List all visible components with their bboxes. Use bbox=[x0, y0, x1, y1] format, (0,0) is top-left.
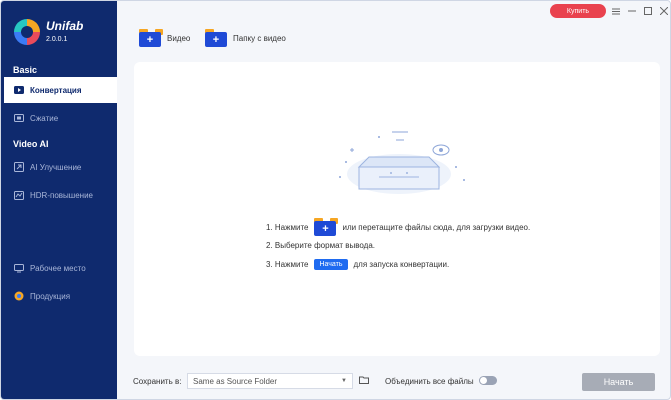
app-name: Unifab bbox=[46, 19, 84, 33]
output-folder-value: Same as Source Folder bbox=[193, 376, 278, 386]
app-logo: Unifab 2.0.0.1 bbox=[14, 15, 83, 49]
maximize-icon[interactable] bbox=[643, 6, 653, 16]
sidebar-item-label: Рабочее место bbox=[30, 263, 86, 273]
menu-icon[interactable] bbox=[611, 6, 621, 16]
inline-start-badge: Начать bbox=[314, 259, 348, 270]
save-to-label: Сохранить в: bbox=[133, 377, 182, 386]
merge-files-label: Объединить все файлы bbox=[385, 377, 474, 386]
sidebar-item-products[interactable]: Продукция bbox=[1, 283, 117, 309]
instruction-step-2: 2. Выберите формат вывода. bbox=[266, 241, 375, 250]
sidebar-item-label: Конвертация bbox=[30, 85, 82, 95]
sidebar: Unifab 2.0.0.1 Basic Конвертация Сжатие … bbox=[1, 1, 117, 399]
app-window: Unifab 2.0.0.1 Basic Конвертация Сжатие … bbox=[0, 0, 671, 400]
compress-icon bbox=[14, 113, 24, 123]
hdr-icon bbox=[14, 190, 24, 200]
add-folder-button[interactable]: + Папку с видео bbox=[205, 27, 286, 49]
sidebar-item-label: HDR-повышение bbox=[30, 190, 93, 200]
output-folder-select[interactable]: Same as Source Folder ▼ bbox=[187, 373, 353, 389]
merge-files-toggle[interactable] bbox=[479, 376, 497, 385]
play-icon bbox=[14, 85, 24, 95]
app-version: 2.0.0.1 bbox=[46, 36, 68, 43]
sidebar-item-compress[interactable]: Сжатие bbox=[1, 105, 117, 131]
step3-suffix: для запуска конвертации. bbox=[353, 260, 450, 269]
sidebar-item-workspace[interactable]: Рабочее место bbox=[1, 255, 117, 281]
step3-prefix: 3. Нажмите bbox=[266, 260, 309, 269]
add-video-label: Видео bbox=[167, 33, 191, 43]
close-icon[interactable] bbox=[659, 6, 669, 16]
sidebar-item-ai-upscale[interactable]: AI Улучшение bbox=[1, 154, 117, 180]
add-folder-icon: + bbox=[205, 29, 227, 47]
top-toolbar: Купить + Видео + Папку с видео bbox=[117, 1, 670, 57]
instruction-step-3: 3. Нажмите Начать для запуска конвертаци… bbox=[266, 259, 449, 270]
buy-button[interactable]: Купить bbox=[550, 4, 606, 18]
bottom-bar: Сохранить в: Same as Source Folder ▼ Объ… bbox=[117, 363, 670, 399]
unifab-logo-icon bbox=[14, 19, 40, 45]
sidebar-item-convert[interactable]: Конвертация bbox=[1, 77, 117, 103]
add-folder-label: Папку с видео bbox=[233, 33, 286, 43]
step2-text: 2. Выберите формат вывода. bbox=[266, 241, 375, 250]
chevron-down-icon: ▼ bbox=[341, 378, 347, 384]
sidebar-item-label: AI Улучшение bbox=[30, 162, 82, 172]
step1-suffix: или перетащите файлы сюда, для загрузки … bbox=[342, 222, 531, 232]
add-video-icon: + bbox=[139, 29, 163, 47]
empty-box-illustration-icon bbox=[339, 131, 465, 194]
section-title-basic: Basic bbox=[13, 65, 38, 75]
sidebar-item-hdr[interactable]: HDR-повышение bbox=[1, 182, 117, 208]
drop-zone[interactable]: 1. Нажмите + или перетащите файлы сюда, … bbox=[134, 62, 660, 356]
sidebar-item-label: Сжатие bbox=[30, 113, 59, 123]
desktop-icon bbox=[14, 263, 24, 273]
minimize-icon[interactable] bbox=[627, 6, 637, 16]
open-folder-icon[interactable] bbox=[359, 376, 369, 384]
add-video-button[interactable]: + Видео bbox=[139, 27, 190, 49]
add-video-icon[interactable]: + bbox=[314, 218, 339, 236]
instruction-step-1: 1. Нажмите + или перетащите файлы сюда, … bbox=[266, 218, 530, 236]
section-title-video-ai: Video AI bbox=[13, 139, 49, 149]
step1-prefix: 1. Нажмите bbox=[266, 222, 309, 232]
sidebar-item-label: Продукция bbox=[30, 291, 71, 301]
product-icon bbox=[14, 291, 24, 301]
start-button[interactable]: Начать bbox=[582, 373, 655, 391]
ai-upscale-icon bbox=[14, 162, 24, 172]
